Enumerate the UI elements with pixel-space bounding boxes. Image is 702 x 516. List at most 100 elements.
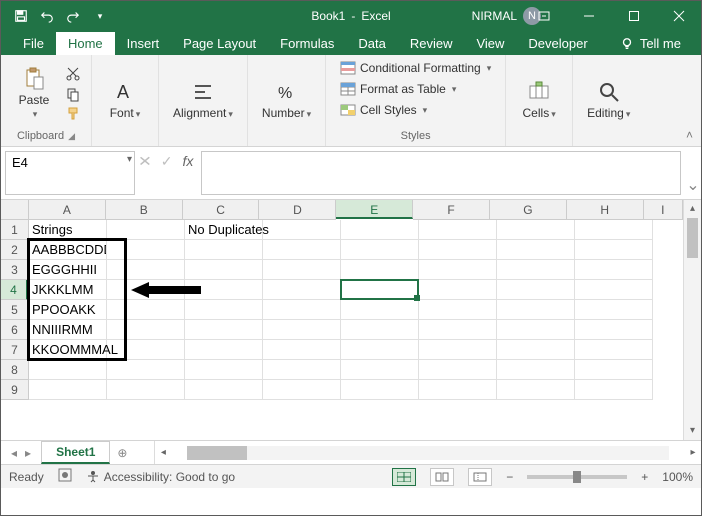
scroll-right-button[interactable]: ▸ <box>685 447 701 458</box>
cell-H1[interactable] <box>575 220 653 240</box>
col-header-D[interactable]: D <box>259 200 336 220</box>
scroll-thumb[interactable] <box>687 218 698 258</box>
row-header-3[interactable]: 3 <box>1 260 29 280</box>
zoom-out-button[interactable]: − <box>506 470 513 484</box>
conditional-formatting-button[interactable]: Conditional Formatting▾ <box>338 59 493 77</box>
sheet-nav-next[interactable]: ▸ <box>25 446 31 460</box>
row-header-8[interactable]: 8 <box>1 360 29 380</box>
tab-page-layout[interactable]: Page Layout <box>171 32 268 55</box>
cell-A2[interactable]: AABBBCDDD <box>29 240 107 260</box>
sheet-tab-sheet1[interactable]: Sheet1 <box>41 441 110 464</box>
font-icon: A <box>113 80 137 104</box>
cell-styles-button[interactable]: Cell Styles▾ <box>338 101 429 119</box>
zoom-in-button[interactable]: + <box>641 470 648 484</box>
row-header-6[interactable]: 6 <box>1 320 29 340</box>
number-dropdown[interactable]: % Number▾ <box>256 78 317 122</box>
tab-file[interactable]: File <box>11 32 56 55</box>
row-header-5[interactable]: 5 <box>1 300 29 320</box>
qat-customize-button[interactable]: ▾ <box>87 4 111 28</box>
editing-dropdown[interactable]: Editing▾ <box>581 78 636 122</box>
redo-button[interactable] <box>61 4 85 28</box>
tab-view[interactable]: View <box>464 32 516 55</box>
ribbon-options-button[interactable] <box>521 1 566 31</box>
sheet-tab-bar: ◂ ▸ Sheet1 ⊕ ◂ ▸ <box>1 440 701 464</box>
cell-D1[interactable] <box>263 220 341 240</box>
format-as-table-button[interactable]: Format as Table▾ <box>338 80 458 98</box>
tell-me-search[interactable]: Tell me <box>612 32 689 55</box>
row-header-4[interactable]: 4 <box>1 280 28 300</box>
minimize-button[interactable] <box>566 1 611 31</box>
sheet-nav-prev[interactable]: ◂ <box>11 446 17 460</box>
horizontal-scrollbar[interactable]: ◂ ▸ <box>154 441 701 464</box>
insert-function-button[interactable]: fx <box>182 153 193 169</box>
select-all-corner[interactable] <box>1 200 29 220</box>
maximize-button[interactable] <box>611 1 656 31</box>
accessibility-status[interactable]: Accessibility: Good to go <box>86 470 235 484</box>
col-header-G[interactable]: G <box>490 200 567 220</box>
col-header-E[interactable]: E <box>336 200 413 219</box>
save-button[interactable] <box>9 4 33 28</box>
scroll-down-button[interactable]: ▾ <box>684 422 701 440</box>
cell-E4[interactable] <box>341 280 419 300</box>
row-header-9[interactable]: 9 <box>1 380 29 400</box>
view-page-break-button[interactable] <box>468 468 492 486</box>
cells-dropdown[interactable]: Cells▾ <box>514 78 564 122</box>
tab-insert[interactable]: Insert <box>115 32 172 55</box>
font-dropdown[interactable]: A Font▾ <box>100 78 150 122</box>
hscroll-thumb[interactable] <box>187 446 247 460</box>
close-button[interactable] <box>656 1 701 31</box>
scroll-left-button[interactable]: ◂ <box>155 447 171 458</box>
collapse-ribbon-button[interactable]: ˄ <box>686 128 693 142</box>
tab-developer[interactable]: Developer <box>516 32 599 55</box>
grid[interactable]: A B C D E F G H I 1 2 3 4 5 6 7 8 9 Stri… <box>1 200 683 440</box>
row-header-2[interactable]: 2 <box>1 240 29 260</box>
cell-C1[interactable]: No Duplicates <box>185 220 263 240</box>
tab-review[interactable]: Review <box>398 32 465 55</box>
col-header-H[interactable]: H <box>567 200 644 220</box>
cell-A4[interactable]: JKKKLMM <box>29 280 107 300</box>
view-normal-button[interactable] <box>392 468 416 486</box>
name-box[interactable]: E4 ▾ <box>5 151 135 195</box>
cell-B1[interactable] <box>107 220 185 240</box>
formula-input[interactable] <box>201 151 681 195</box>
new-sheet-button[interactable]: ⊕ <box>110 441 134 464</box>
cell-G1[interactable] <box>497 220 575 240</box>
cell-A5[interactable]: PPOOAKK <box>29 300 107 320</box>
row-headers: 1 2 3 4 5 6 7 8 9 <box>1 220 29 400</box>
undo-button[interactable] <box>35 4 59 28</box>
col-header-F[interactable]: F <box>413 200 490 220</box>
copy-button[interactable] <box>63 85 83 103</box>
cell-A7[interactable]: KKOOMMMAL <box>29 340 107 360</box>
cancel-formula-button[interactable]: ✕ <box>138 153 152 170</box>
alignment-dropdown[interactable]: Alignment▾ <box>167 78 239 122</box>
vertical-scrollbar[interactable]: ▴ ▾ <box>683 200 701 440</box>
tab-home[interactable]: Home <box>56 32 115 55</box>
cells[interactable]: StringsNo Duplicates AABBBCDDD EGGGHHII … <box>29 220 683 440</box>
macro-record-button[interactable] <box>58 468 72 485</box>
ribbon: Paste▾ Clipboard ◢ A Font▾ Alignment▾ <box>1 55 701 147</box>
expand-formula-bar-button[interactable]: ⌄ <box>685 147 701 199</box>
row-header-1[interactable]: 1 <box>1 220 29 240</box>
paste-button[interactable]: Paste▾ <box>9 65 59 122</box>
cell-A1[interactable]: Strings <box>29 220 107 240</box>
zoom-slider[interactable] <box>527 475 627 479</box>
tab-formulas[interactable]: Formulas <box>268 32 346 55</box>
cell-A6[interactable]: NNIIIRMM <box>29 320 107 340</box>
scroll-up-button[interactable]: ▴ <box>684 200 701 218</box>
col-header-B[interactable]: B <box>106 200 183 220</box>
enter-formula-button[interactable]: ✓ <box>161 153 173 170</box>
cut-button[interactable] <box>63 65 83 83</box>
clipboard-launcher[interactable]: ◢ <box>68 131 75 142</box>
col-header-A[interactable]: A <box>29 200 106 220</box>
row-header-7[interactable]: 7 <box>1 340 29 360</box>
cells-icon <box>527 80 551 104</box>
col-header-C[interactable]: C <box>183 200 260 220</box>
cell-A3[interactable]: EGGGHHII <box>29 260 107 280</box>
format-painter-button[interactable] <box>63 105 83 123</box>
cell-E1[interactable] <box>341 220 419 240</box>
tab-data[interactable]: Data <box>346 32 397 55</box>
view-page-layout-button[interactable] <box>430 468 454 486</box>
zoom-level[interactable]: 100% <box>662 470 693 484</box>
cell-F1[interactable] <box>419 220 497 240</box>
col-header-I[interactable]: I <box>644 200 683 220</box>
